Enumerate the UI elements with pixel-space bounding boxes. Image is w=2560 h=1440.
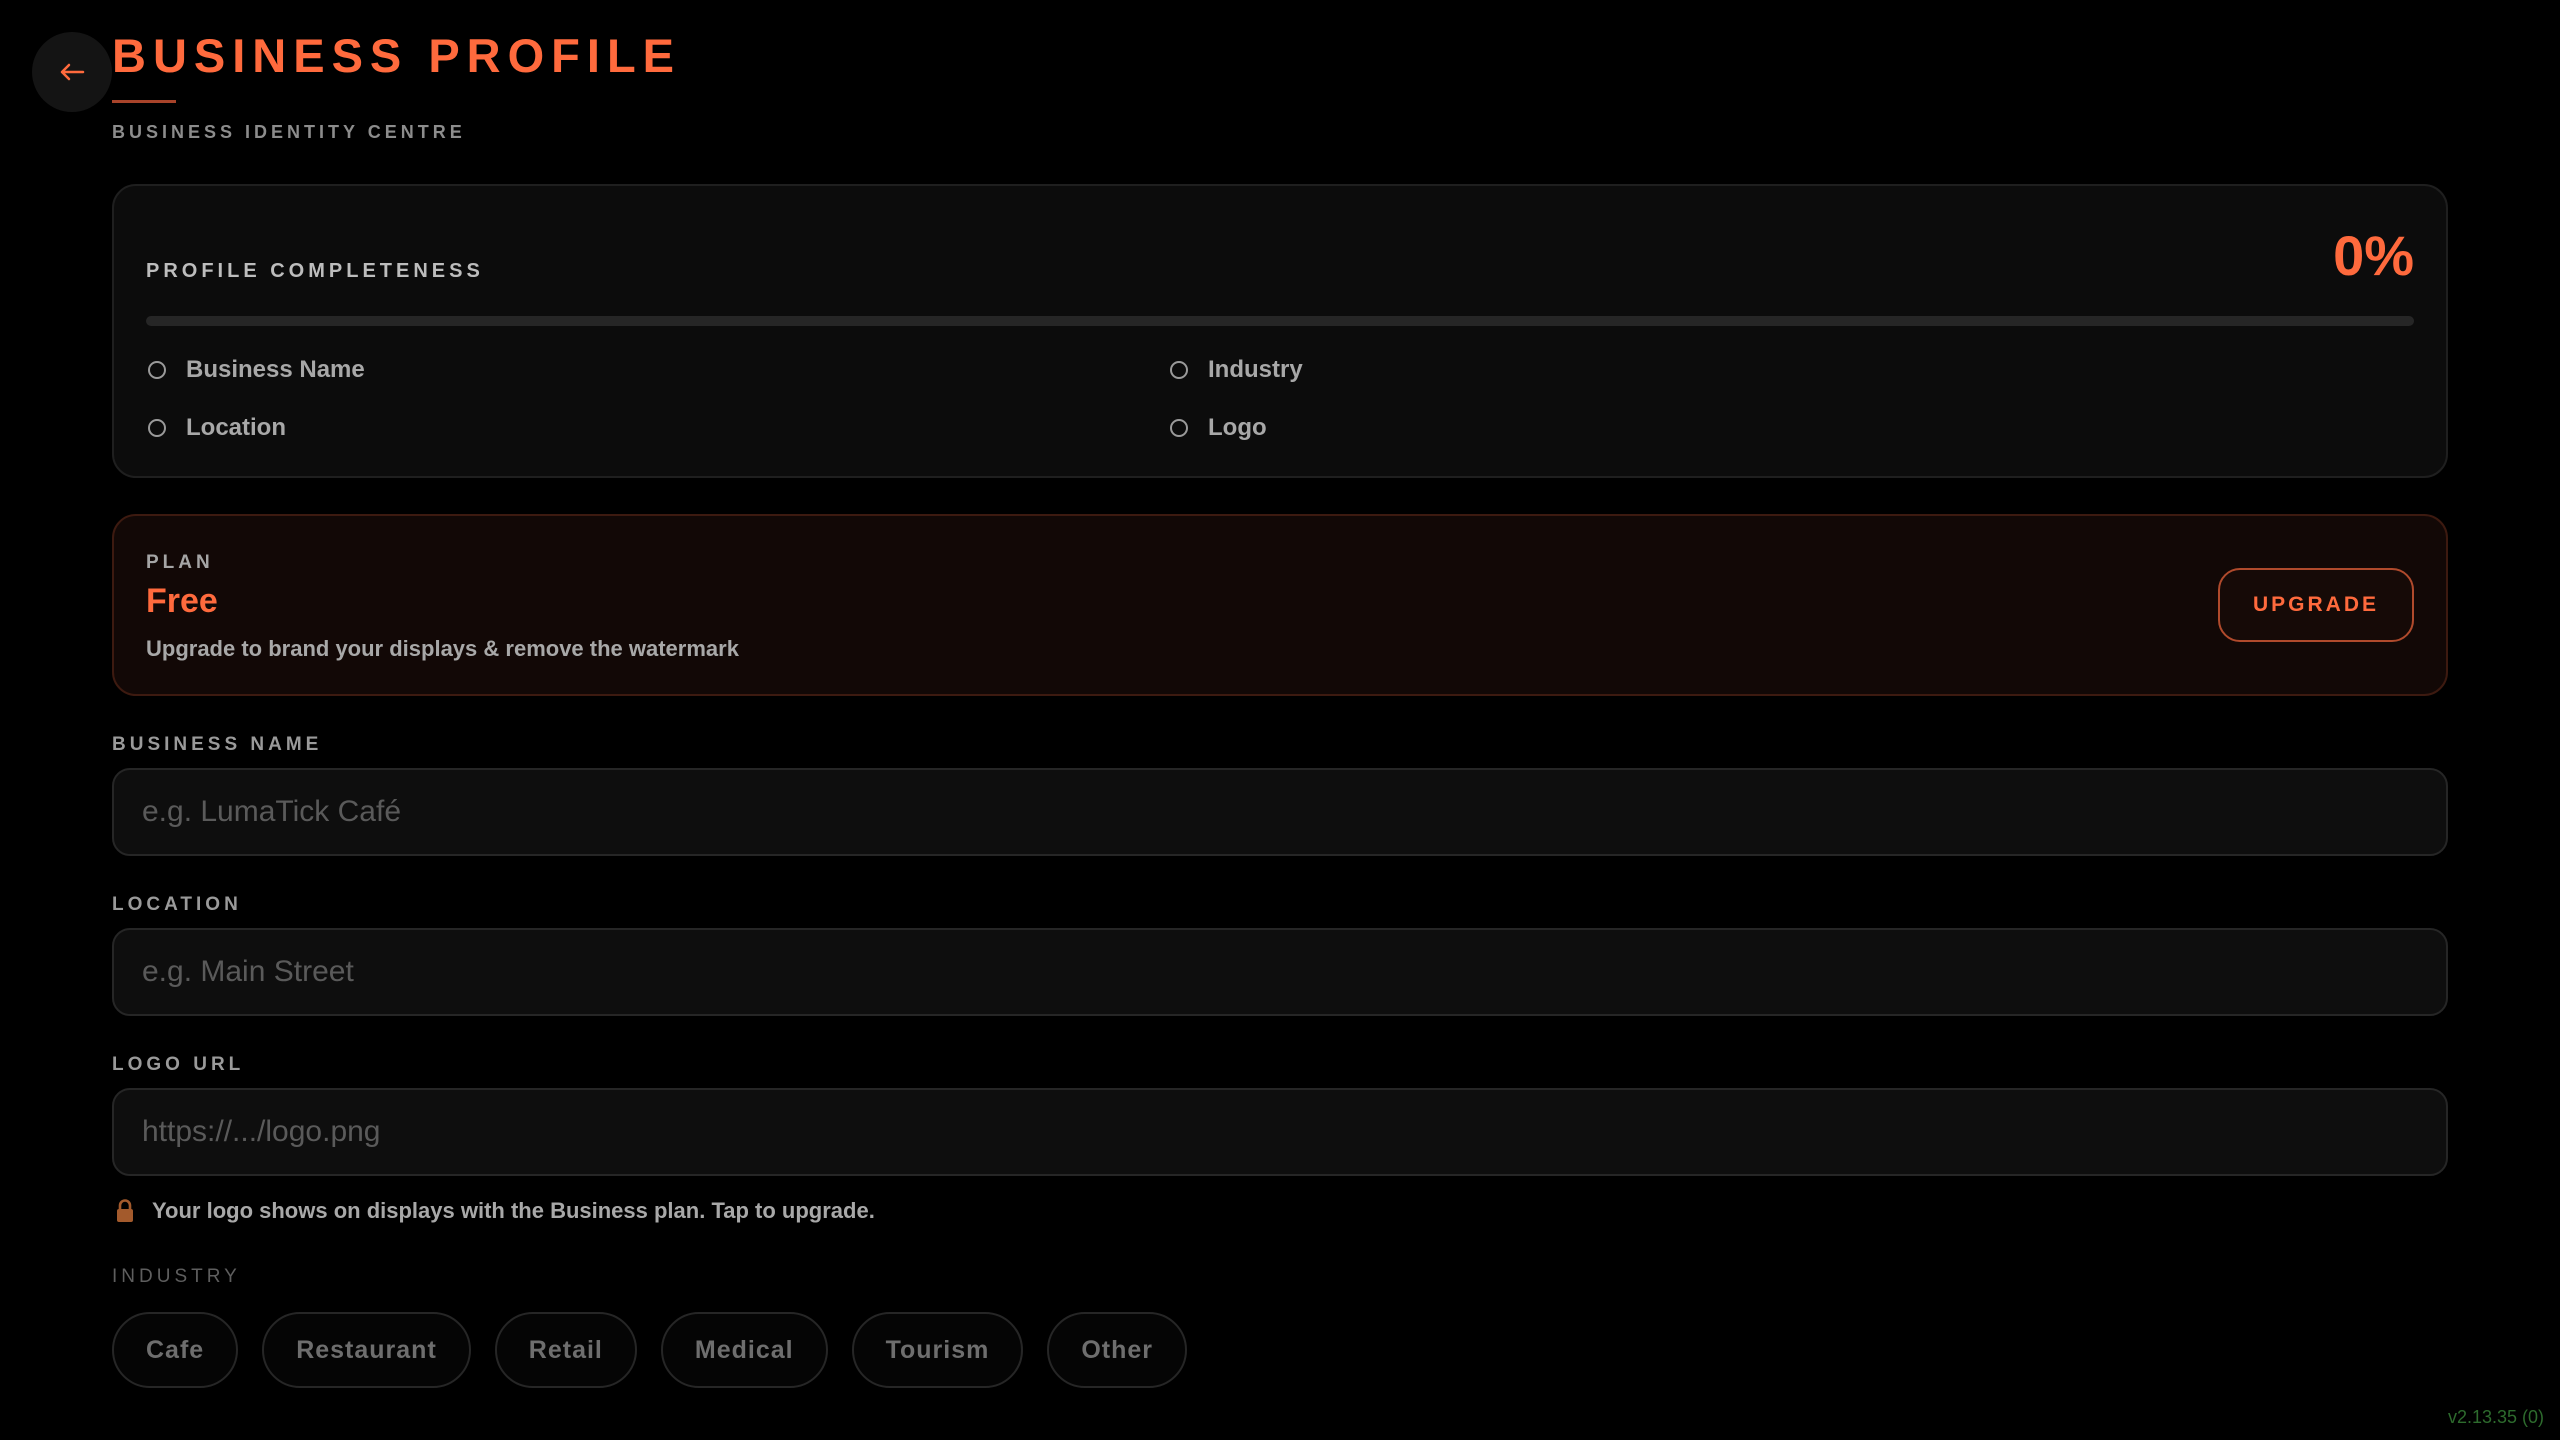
plan-label: PLAN (146, 552, 214, 573)
business-name-label: BUSINESS NAME (112, 734, 323, 755)
checklist-item-label: Location (186, 414, 286, 441)
completeness-progress-bar (146, 316, 2414, 326)
unchecked-circle-icon (1170, 419, 1188, 437)
logo-note-text: Your logo shows on displays with the Bus… (152, 1198, 875, 1223)
checklist-item-business-name: Business Name (148, 356, 365, 384)
location-label: LOCATION (112, 894, 242, 915)
lock-icon (117, 1199, 133, 1222)
industry-chip-medical[interactable]: Medical (660, 1312, 828, 1388)
industry-chip-tourism[interactable]: Tourism (851, 1312, 1024, 1388)
plan-description: Upgrade to brand your displays & remove … (146, 636, 739, 661)
back-button[interactable] (32, 32, 112, 112)
version-label: v2.13.35 (0) (2447, 1407, 2544, 1427)
checklist-item-label: Business Name (186, 356, 365, 383)
industry-chip-group: Cafe Restaurant Retail Medical Tourism O… (112, 1312, 1188, 1388)
completeness-percent: 0% (2333, 224, 2414, 287)
unchecked-circle-icon (148, 361, 166, 379)
location-input[interactable] (112, 928, 2448, 1016)
plan-card: PLAN Free Upgrade to brand your displays… (112, 514, 2448, 696)
checklist-item-location: Location (148, 414, 286, 442)
completeness-label: PROFILE COMPLETENESS (146, 260, 484, 282)
profile-completeness-card: PROFILE COMPLETENESS 0% Business Name In… (112, 184, 2448, 478)
upgrade-button[interactable]: UPGRADE (2218, 568, 2414, 642)
checklist-item-industry: Industry (1170, 356, 1303, 384)
logo-upgrade-note[interactable]: Your logo shows on displays with the Bus… (114, 1198, 875, 1224)
industry-chip-other[interactable]: Other (1047, 1312, 1188, 1388)
plan-name: Free (146, 582, 218, 620)
industry-chip-restaurant[interactable]: Restaurant (262, 1312, 471, 1388)
page-title: BUSINESS PROFILE (112, 29, 682, 82)
logo-url-label: LOGO URL (112, 1054, 245, 1075)
industry-label: INDUSTRY (112, 1266, 241, 1287)
page-subtitle: BUSINESS IDENTITY CENTRE (112, 122, 466, 142)
industry-chip-cafe[interactable]: Cafe (112, 1312, 239, 1388)
checklist-item-label: Logo (1208, 414, 1267, 441)
arrow-left-icon (60, 63, 85, 81)
unchecked-circle-icon (1170, 361, 1188, 379)
checklist-item-label: Industry (1208, 356, 1303, 383)
logo-url-input[interactable] (112, 1088, 2448, 1176)
unchecked-circle-icon (148, 419, 166, 437)
business-name-input[interactable] (112, 768, 2448, 856)
title-underline (112, 100, 176, 103)
industry-chip-retail[interactable]: Retail (494, 1312, 637, 1388)
business-profile-page: BUSINESS PROFILE BUSINESS IDENTITY CENTR… (0, 0, 2560, 1440)
checklist-item-logo: Logo (1170, 414, 1267, 442)
